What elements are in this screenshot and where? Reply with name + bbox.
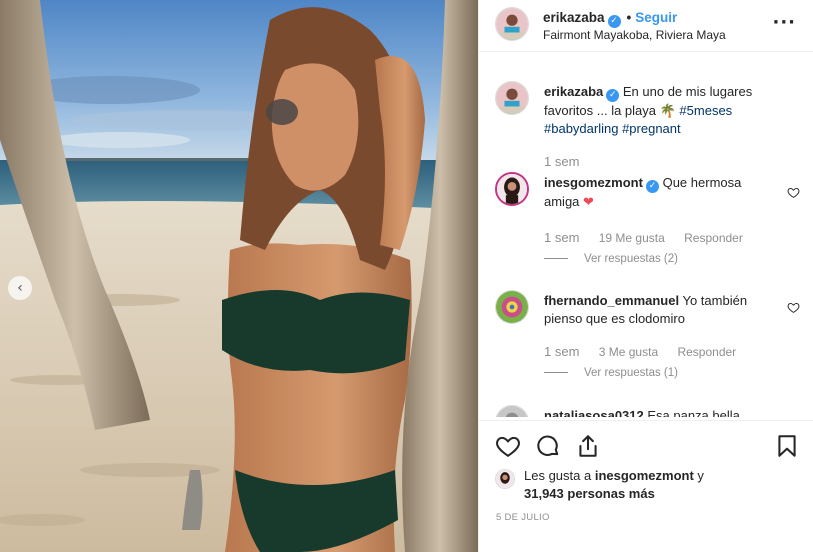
comment-username[interactable]: fhernando_emmanuel	[544, 293, 679, 308]
bookmark-icon[interactable]	[774, 433, 800, 459]
post-details-panel: erikazaba ✓ • Seguir Fairmont Mayakoba, Riv…	[478, 0, 813, 552]
comment-time[interactable]: 1 sem	[544, 230, 579, 245]
likes-prefix: Les gusta a	[524, 468, 595, 483]
replies-divider	[544, 258, 568, 260]
comment-likes[interactable]: 3 Me gusta	[599, 345, 658, 359]
avatar[interactable]	[495, 290, 529, 324]
separator-dot: •	[626, 10, 632, 25]
caption-text-block: erikazaba ✓ En uno de mis lugares favorit…	[544, 83, 779, 138]
author-username[interactable]: erikazaba	[543, 10, 605, 25]
replies-divider	[544, 372, 568, 374]
view-replies[interactable]: Ver respuestas (2)	[544, 253, 678, 265]
likes-user[interactable]: inesgomezmont	[595, 468, 694, 483]
comments-list[interactable]: erikazaba ✓ En uno de mis lugares favorit…	[479, 67, 813, 417]
post-author: erikazaba ✓ • Seguir	[543, 10, 677, 28]
view-replies-label: Ver respuestas (2)	[584, 253, 678, 265]
likes-count[interactable]: 31,943 personas más	[524, 486, 655, 501]
verified-badge-icon: ✓	[607, 15, 621, 28]
likes-text[interactable]: Les gusta a inesgomezmont y 31,943 perso…	[524, 467, 784, 503]
more-options-icon[interactable]: ···	[772, 12, 796, 33]
caption-username[interactable]: erikazaba	[544, 84, 603, 99]
comment-icon[interactable]	[535, 433, 561, 459]
post-actions: Les gusta a inesgomezmont y 31,943 perso…	[479, 420, 813, 552]
verified-badge-icon: ✓	[606, 89, 620, 102]
reply-button[interactable]: Responder	[677, 345, 736, 359]
heart-icon[interactable]	[495, 433, 521, 459]
comment-text-block: nataliasosa0312 Esa panza bella	[544, 407, 779, 417]
heart-icon[interactable]	[787, 301, 800, 314]
hashtag[interactable]: #5meses	[679, 103, 732, 118]
heart-icon[interactable]	[787, 186, 800, 199]
post-header: erikazaba ✓ • Seguir Fairmont Mayakoba, Riv…	[479, 0, 813, 52]
reply-button[interactable]: Responder	[684, 231, 743, 245]
avatar[interactable]	[495, 405, 529, 417]
comment-meta: 1 sem 3 Me gusta Responder	[544, 344, 752, 359]
post-photo[interactable]: ‹	[0, 0, 478, 552]
comment-text: Esa panza bella	[647, 408, 740, 417]
comment-meta: 1 sem 19 Me gusta Responder	[544, 230, 759, 245]
comment-text-block: inesgomezmont ✓ Que hermosa amiga ❤	[544, 174, 779, 211]
verified-badge-icon: ✓	[645, 180, 659, 193]
avatar[interactable]	[495, 172, 529, 206]
comment-likes[interactable]: 19 Me gusta	[599, 231, 665, 245]
view-replies[interactable]: Ver respuestas (1)	[544, 367, 678, 379]
likes-suffix: y	[693, 468, 704, 483]
avatar[interactable]	[495, 7, 529, 41]
comment-text-block: fhernando_emmanuel Yo también pienso que…	[544, 292, 779, 328]
follow-button[interactable]: Seguir	[635, 10, 677, 25]
prev-arrow-icon[interactable]: ‹	[8, 276, 32, 300]
post-location[interactable]: Fairmont Mayakoba, Riviera Maya	[543, 28, 726, 42]
hashtag[interactable]: #babydarling	[544, 121, 618, 136]
beach-photo-image	[0, 0, 478, 552]
post-date[interactable]: 5 DE JULIO	[496, 512, 550, 523]
caption-time[interactable]: 1 sem	[544, 154, 579, 169]
comment-username[interactable]: inesgomezmont	[544, 175, 643, 190]
comment-time[interactable]: 1 sem	[544, 344, 579, 359]
avatar[interactable]	[495, 469, 515, 489]
share-icon[interactable]	[575, 433, 601, 459]
avatar[interactable]	[495, 81, 529, 115]
hashtag[interactable]: #pregnant	[622, 121, 681, 136]
view-replies-label: Ver respuestas (1)	[584, 367, 678, 379]
red-heart-emoji-icon: ❤	[583, 194, 594, 209]
comment-username[interactable]: nataliasosa0312	[544, 408, 644, 417]
caption-meta: 1 sem	[544, 154, 595, 169]
